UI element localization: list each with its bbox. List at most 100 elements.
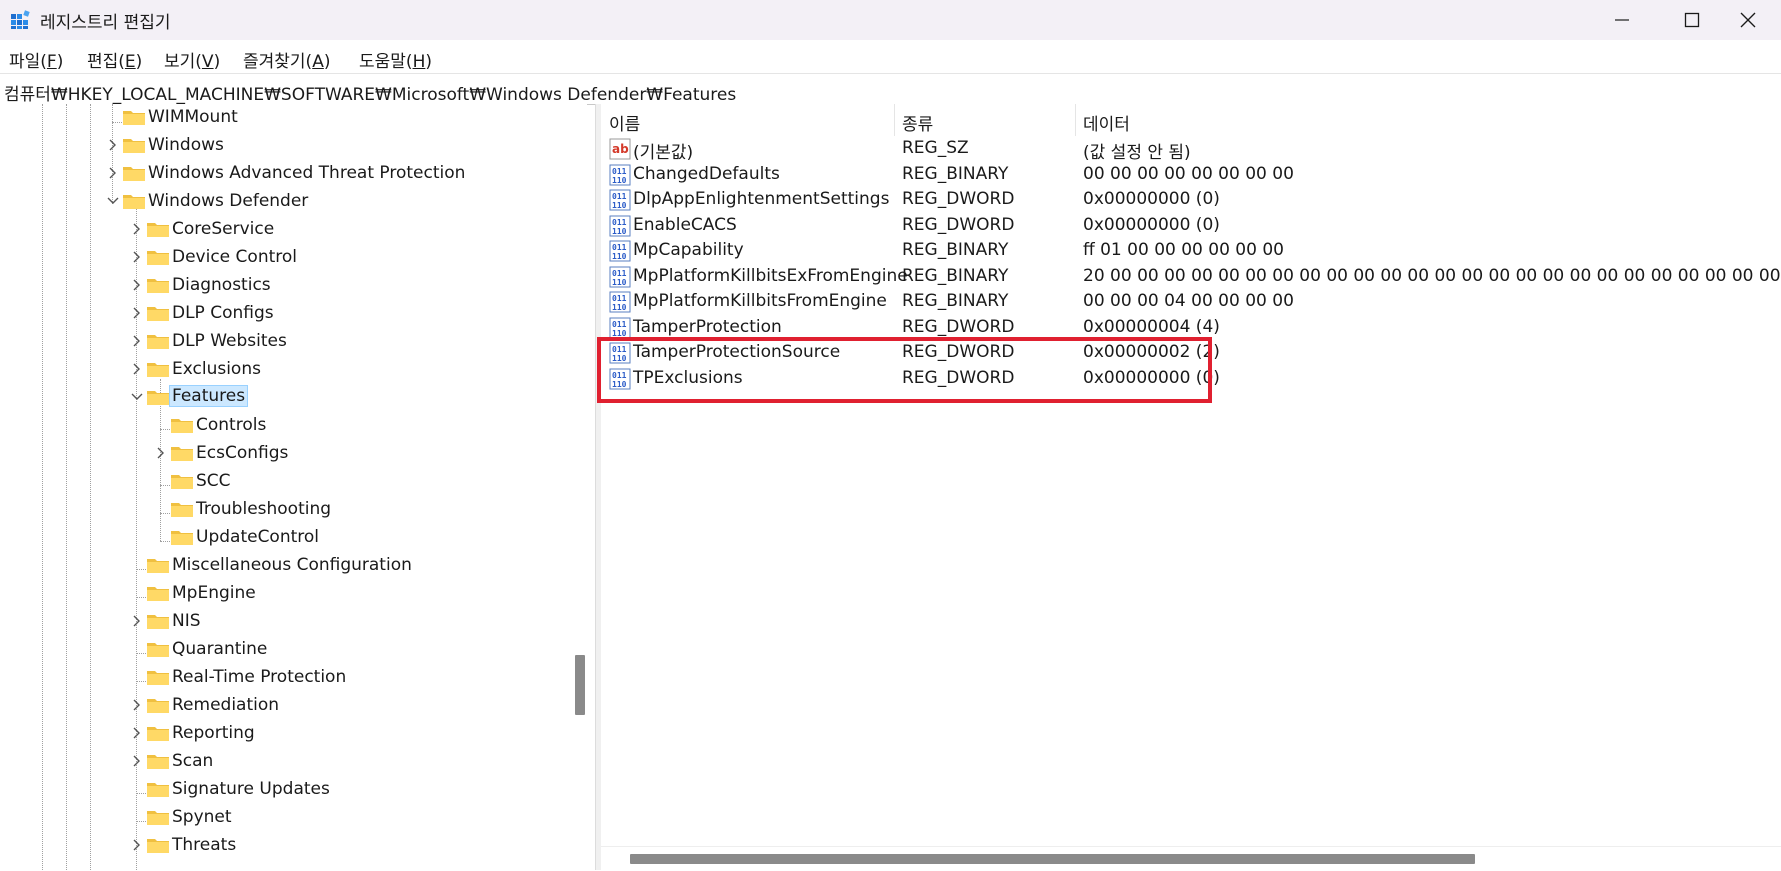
key-tree-pane[interactable]: WIMMount Windows Windows Advanced Threat P… xyxy=(0,104,587,870)
address-path[interactable]: 컴퓨터₩HKEY_LOCAL_MACHINE₩SOFTWARE₩Microsof… xyxy=(4,80,736,105)
tree-node[interactable]: Quarantine xyxy=(130,636,570,662)
folder-icon xyxy=(123,167,145,181)
tree-node[interactable]: MpEngine xyxy=(130,580,570,606)
svg-text:110: 110 xyxy=(612,176,627,185)
string-value-icon: ab xyxy=(609,138,631,160)
tree-node[interactable]: WIMMount xyxy=(106,104,546,130)
chevron-right-icon[interactable] xyxy=(130,748,144,774)
chevron-right-icon[interactable] xyxy=(130,328,144,354)
tree-node[interactable]: Threats xyxy=(130,832,570,858)
chevron-down-icon[interactable] xyxy=(106,188,120,214)
tree-node[interactable]: Windows xyxy=(106,132,546,158)
tree-node[interactable]: NIS xyxy=(130,608,570,634)
column-header-data[interactable]: 데이터 xyxy=(1083,110,1130,135)
tree-vertical-scrollbar[interactable] xyxy=(567,104,587,870)
svg-text:110: 110 xyxy=(612,303,627,312)
chevron-down-icon[interactable] xyxy=(130,384,144,410)
tree-scroll-thumb[interactable] xyxy=(575,655,585,715)
values-scroll-thumb[interactable] xyxy=(630,854,1475,864)
tree-node[interactable]: UpdateControl xyxy=(154,524,587,550)
tree-node-label: Windows Advanced Threat Protection xyxy=(148,163,466,183)
column-separator[interactable] xyxy=(1075,104,1076,136)
menu-file[interactable]: 파일(F) xyxy=(9,47,63,72)
value-name: MpPlatformKillbitsExFromEngine xyxy=(633,265,908,286)
menu-help[interactable]: 도움말(H) xyxy=(359,47,432,72)
chevron-right-icon[interactable] xyxy=(130,720,144,746)
column-header-name[interactable]: 이름 xyxy=(609,110,640,135)
svg-text:011: 011 xyxy=(612,294,627,303)
value-type: REG_DWORD xyxy=(902,189,1015,209)
value-data: 0x00000004 (4) xyxy=(1083,316,1220,337)
value-name: TamperProtection xyxy=(633,316,782,337)
tree-node[interactable]: Device Control xyxy=(130,244,570,270)
value-data: 00 00 00 00 00 00 00 00 xyxy=(1083,163,1294,184)
values-list-pane[interactable]: 이름 종류 데이터 ab (기본값) REG_SZ (값 설정 안 됨) 011 110 C… xyxy=(601,104,1781,870)
menu-favorites[interactable]: 즐겨찾기(A) xyxy=(243,47,330,72)
chevron-right-icon[interactable] xyxy=(130,356,144,382)
folder-icon xyxy=(171,447,193,461)
chevron-right-icon[interactable] xyxy=(130,692,144,718)
folder-icon xyxy=(171,475,193,489)
chevron-right-icon[interactable] xyxy=(130,832,144,858)
menu-view[interactable]: 보기(V) xyxy=(164,47,220,72)
tree-node[interactable]: Real-Time Protection xyxy=(130,664,570,690)
tree-node[interactable]: SCC xyxy=(154,468,587,494)
value-name: EnableCACS xyxy=(633,214,737,235)
tree-node-label: Scan xyxy=(172,751,214,771)
tree-node[interactable]: Controls xyxy=(154,412,587,438)
tree-node[interactable]: CoreService xyxy=(130,216,570,242)
chevron-right-icon[interactable] xyxy=(106,132,120,158)
tree-node-label: SCC xyxy=(196,471,231,491)
chevron-right-icon[interactable] xyxy=(130,272,144,298)
chevron-right-icon[interactable] xyxy=(154,440,168,466)
chevron-right-icon[interactable] xyxy=(130,300,144,326)
tree-node[interactable]: EcsConfigs xyxy=(154,440,587,466)
title-bar[interactable]: 레지스트리 편집기 xyxy=(0,0,1781,40)
value-type: REG_DWORD xyxy=(902,214,1015,235)
tree-node[interactable]: Windows Advanced Threat Protection xyxy=(106,160,546,186)
address-bar[interactable]: 컴퓨터₩HKEY_LOCAL_MACHINE₩SOFTWARE₩Microsof… xyxy=(0,73,1781,105)
tree-node[interactable]: Scan xyxy=(130,748,570,774)
tree-node-label: Controls xyxy=(196,415,267,435)
tree-node[interactable]: DLP Configs xyxy=(130,300,570,326)
tree-guide-line xyxy=(42,104,43,870)
binary-value-icon: 011110 xyxy=(609,189,631,211)
folder-icon xyxy=(147,727,169,741)
menu-edit[interactable]: 편집(E) xyxy=(87,47,142,72)
column-separator[interactable] xyxy=(894,104,895,136)
tree-node[interactable]: Remediation xyxy=(130,692,570,718)
tree-node[interactable]: Spynet xyxy=(130,804,570,830)
chevron-right-icon[interactable] xyxy=(130,216,144,242)
tree-node[interactable]: Exclusions xyxy=(130,356,570,382)
tree-node[interactable]: Reporting xyxy=(130,720,570,746)
close-button[interactable] xyxy=(1713,0,1781,40)
tree-node[interactable]: Features xyxy=(130,384,570,410)
chevron-right-icon[interactable] xyxy=(106,160,120,186)
tree-node[interactable]: Windows Defender xyxy=(106,188,546,214)
value-data: 00 00 00 04 00 00 00 00 xyxy=(1083,291,1294,311)
folder-icon xyxy=(147,307,169,321)
value-type: REG_DWORD xyxy=(902,316,1015,337)
tree-node[interactable]: Troubleshooting xyxy=(154,496,587,522)
svg-text:ab: ab xyxy=(612,142,629,156)
chevron-right-icon[interactable] xyxy=(130,244,144,270)
tree-node[interactable]: Miscellaneous Configuration xyxy=(130,552,570,578)
tree-node-label: DLP Configs xyxy=(172,303,274,323)
minimize-button[interactable] xyxy=(1587,0,1657,40)
tree-node[interactable]: Diagnostics xyxy=(130,272,570,298)
chevron-right-icon[interactable] xyxy=(130,608,144,634)
value-data: ff 01 00 00 00 00 00 00 xyxy=(1083,240,1284,260)
column-header-type[interactable]: 종류 xyxy=(902,110,933,135)
tree-node[interactable]: DLP Websites xyxy=(130,328,570,354)
binary-value-icon: 011110 xyxy=(609,240,631,262)
tree-node[interactable]: Signature Updates xyxy=(130,776,570,802)
value-type: REG_BINARY xyxy=(902,240,1009,260)
value-name: ChangedDefaults xyxy=(633,163,780,184)
svg-text:110: 110 xyxy=(612,252,627,261)
folder-icon xyxy=(147,363,169,377)
folder-icon xyxy=(123,139,145,153)
tree-node-label: Features xyxy=(169,385,249,407)
